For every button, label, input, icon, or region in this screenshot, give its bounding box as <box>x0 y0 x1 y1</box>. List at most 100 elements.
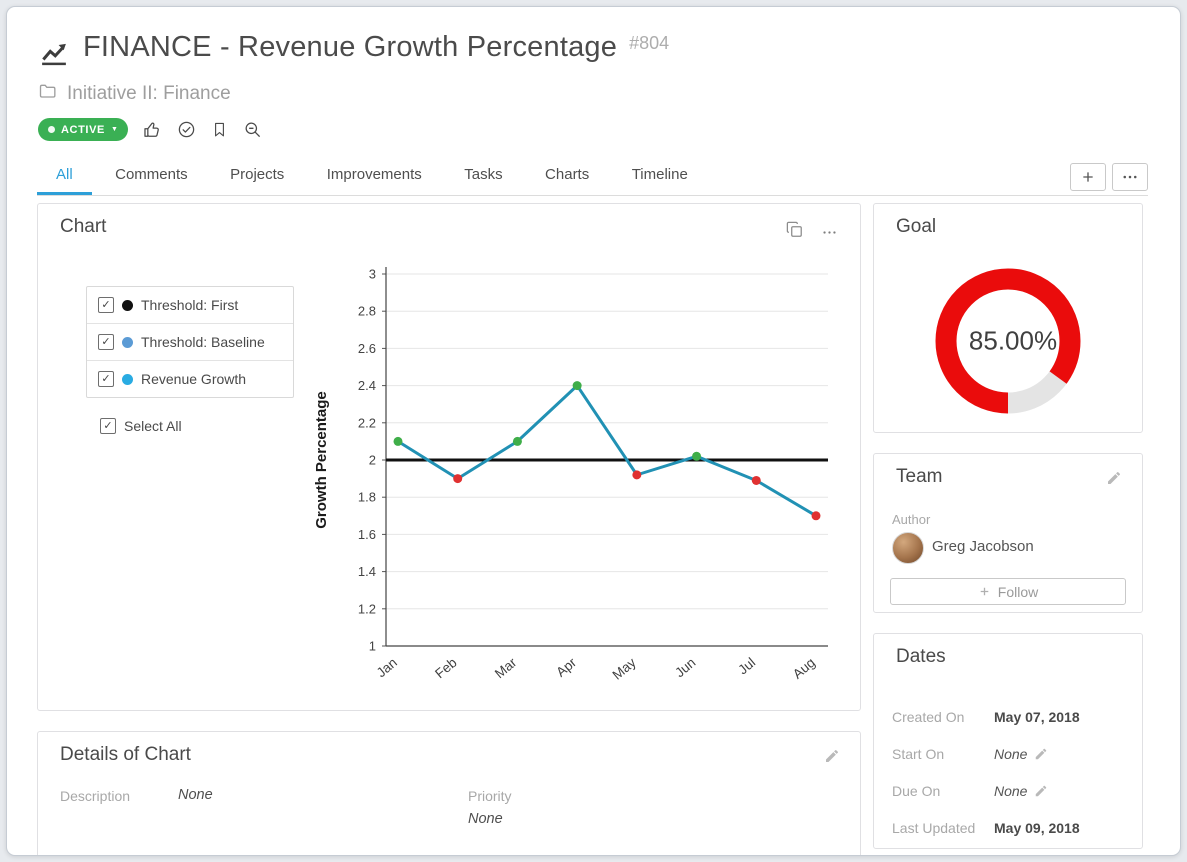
date-row-start-on: Start On None <box>892 735 1128 772</box>
dates-card: Dates Created On May 07, 2018 Start On N… <box>873 633 1143 849</box>
date-row-due-on: Due On None <box>892 772 1128 809</box>
svg-text:1.8: 1.8 <box>358 490 376 505</box>
svg-text:Jul: Jul <box>735 655 758 678</box>
svg-text:1.2: 1.2 <box>358 601 376 616</box>
card-menu-icon[interactable] <box>821 224 838 246</box>
page-header: FINANCE - Revenue Growth Percentage #804 <box>37 31 669 72</box>
series-color-dot <box>122 374 133 385</box>
svg-text:2.6: 2.6 <box>358 341 376 356</box>
legend-item-threshold-first[interactable]: ✓ Threshold: First <box>87 287 293 323</box>
svg-text:1: 1 <box>369 639 376 654</box>
tab-all[interactable]: All <box>37 158 92 195</box>
legend-item-revenue-growth[interactable]: ✓ Revenue Growth <box>87 360 293 397</box>
legend-item-threshold-baseline[interactable]: ✓ Threshold: Baseline <box>87 323 293 360</box>
tab-bar: All Comments Projects Improvements Tasks… <box>37 158 1148 196</box>
date-label: Start On <box>892 746 994 762</box>
goal-card: Goal 85.00% <box>873 203 1143 433</box>
date-label: Due On <box>892 783 994 799</box>
svg-text:3: 3 <box>369 267 376 282</box>
checkbox-checked-icon[interactable]: ✓ <box>98 297 114 313</box>
edit-due-on-pencil-icon[interactable] <box>1034 784 1048 798</box>
plus-icon <box>978 585 991 598</box>
tab-charts[interactable]: Charts <box>526 158 608 195</box>
details-card: Details of Chart Description None Priori… <box>37 731 861 856</box>
date-value: May 09, 2018 <box>994 820 1080 836</box>
page: FINANCE - Revenue Growth Percentage #804… <box>6 6 1181 856</box>
svg-text:May: May <box>610 655 639 683</box>
description-label: Description <box>60 788 130 804</box>
team-card: Team Author Greg Jacobson Follow <box>873 453 1143 613</box>
legend-label: Threshold: First <box>141 297 238 313</box>
add-widget-button[interactable] <box>1070 163 1106 191</box>
date-label: Last Updated <box>892 820 994 836</box>
goal-percentage: 85.00% <box>969 326 1057 357</box>
description-value: None <box>178 787 213 803</box>
tab-tasks[interactable]: Tasks <box>445 158 521 195</box>
date-row-created-on: Created On May 07, 2018 <box>892 698 1128 735</box>
item-number: #804 <box>629 33 669 54</box>
svg-text:2: 2 <box>369 453 376 468</box>
date-rows: Created On May 07, 2018 Start On None Du… <box>892 698 1128 846</box>
thumbs-up-icon[interactable] <box>143 120 162 139</box>
follow-button[interactable]: Follow <box>890 578 1126 605</box>
chart-card: Chart ✓ Threshold: First ✓ Threshold: Ba… <box>37 203 861 711</box>
svg-text:Jan: Jan <box>374 655 400 680</box>
svg-text:Jun: Jun <box>672 655 698 680</box>
details-card-title: Details of Chart <box>60 744 191 766</box>
bookmark-icon[interactable] <box>211 120 228 139</box>
copy-icon[interactable] <box>785 220 804 244</box>
svg-text:Mar: Mar <box>492 654 520 681</box>
legend-label: Threshold: Baseline <box>141 334 265 350</box>
status-badge[interactable]: ACTIVE ▼ <box>38 118 128 141</box>
team-card-title: Team <box>896 466 942 488</box>
check-circle-icon[interactable] <box>177 120 196 139</box>
date-value: May 07, 2018 <box>994 709 1080 725</box>
checkbox-checked-icon[interactable]: ✓ <box>100 418 116 434</box>
svg-text:Apr: Apr <box>553 654 579 679</box>
series-color-dot <box>122 300 133 311</box>
folder-icon <box>38 81 58 107</box>
date-row-last-updated: Last Updated May 09, 2018 <box>892 809 1128 846</box>
svg-text:2.4: 2.4 <box>358 378 376 393</box>
edit-details-pencil-icon[interactable] <box>824 748 840 769</box>
status-label: ACTIVE <box>61 124 105 136</box>
date-value: None <box>994 746 1027 762</box>
tab-projects[interactable]: Projects <box>211 158 303 195</box>
legend-label: Revenue Growth <box>141 371 246 387</box>
caret-down-icon: ▼ <box>111 126 119 133</box>
line-chart: 11.21.41.61.822.22.42.62.83JanFebMarAprM… <box>286 250 846 698</box>
edit-start-on-pencil-icon[interactable] <box>1034 747 1048 761</box>
tab-actions <box>1070 163 1148 191</box>
priority-label: Priority <box>468 788 512 804</box>
tab-timeline[interactable]: Timeline <box>613 158 707 195</box>
page-title: FINANCE - Revenue Growth Percentage <box>83 31 617 64</box>
tab-comments[interactable]: Comments <box>96 158 207 195</box>
priority-value: None <box>468 811 503 827</box>
svg-text:Aug: Aug <box>790 655 818 682</box>
svg-text:1.6: 1.6 <box>358 527 376 542</box>
svg-text:Growth Percentage: Growth Percentage <box>313 391 330 529</box>
follow-label: Follow <box>998 584 1038 600</box>
trend-chart-icon <box>37 37 71 72</box>
select-all-checkbox[interactable]: ✓ Select All <box>100 418 182 434</box>
checkbox-checked-icon[interactable]: ✓ <box>98 371 114 387</box>
author-label: Author <box>892 512 930 527</box>
series-color-dot <box>122 337 133 348</box>
svg-text:2.8: 2.8 <box>358 304 376 319</box>
status-row: ACTIVE ▼ <box>38 118 262 141</box>
breadcrumb[interactable]: Initiative II: Finance <box>38 81 231 107</box>
edit-team-pencil-icon[interactable] <box>1106 470 1122 491</box>
dates-card-title: Dates <box>896 646 946 668</box>
more-options-button[interactable] <box>1112 163 1148 191</box>
zoom-out-icon[interactable] <box>243 120 262 139</box>
chart-legend: ✓ Threshold: First ✓ Threshold: Baseline… <box>86 286 294 398</box>
date-label: Created On <box>892 709 994 725</box>
author-name: Greg Jacobson <box>932 538 1034 555</box>
breadcrumb-label: Initiative II: Finance <box>67 83 231 105</box>
goal-card-title: Goal <box>896 216 936 238</box>
svg-text:2.2: 2.2 <box>358 415 376 430</box>
tab-improvements[interactable]: Improvements <box>308 158 441 195</box>
svg-text:1.4: 1.4 <box>358 564 376 579</box>
checkbox-checked-icon[interactable]: ✓ <box>98 334 114 350</box>
avatar <box>892 532 924 564</box>
